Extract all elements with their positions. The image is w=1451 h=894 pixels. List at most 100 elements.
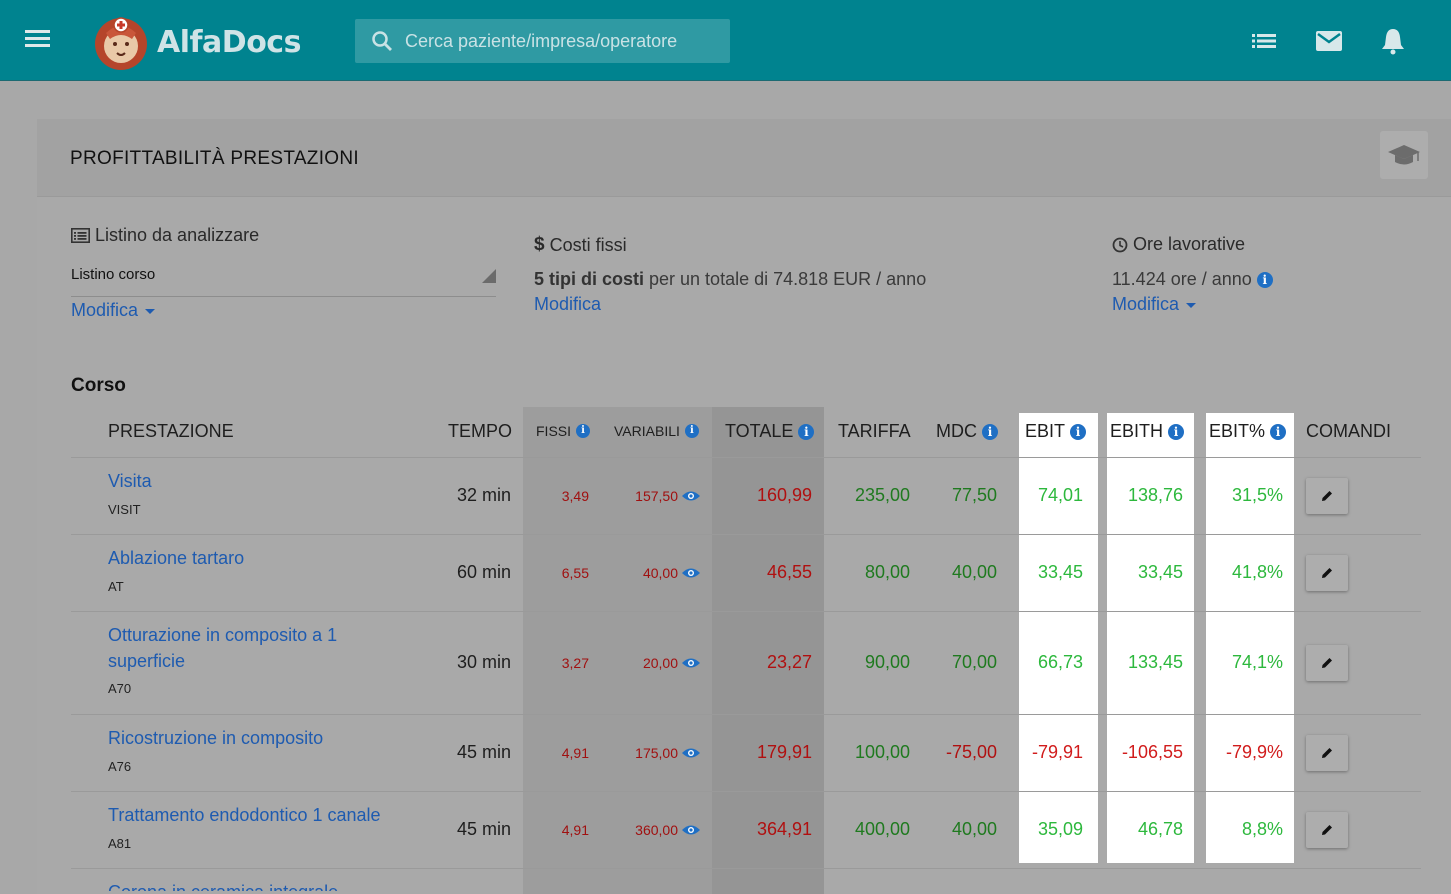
mail-icon[interactable] xyxy=(1315,27,1343,55)
header-ebit-text: EBIT xyxy=(1025,421,1066,441)
ebit-cell: 35,09 xyxy=(1037,818,1083,839)
help-button[interactable] xyxy=(1380,131,1428,179)
info-icon[interactable]: i xyxy=(1256,272,1273,288)
pencil-icon xyxy=(1322,657,1332,668)
eye-icon[interactable] xyxy=(681,824,701,836)
header-tempo[interactable]: TEMPO xyxy=(448,421,512,442)
ebit-cell: 66,73 xyxy=(1037,651,1083,672)
ore-lavorative-label: Ore lavorative xyxy=(1112,234,1245,255)
info-icon[interactable]: i xyxy=(798,423,815,440)
variabili-cell: 40,00 xyxy=(597,565,701,581)
mdc-cell: 40,00 xyxy=(951,818,997,839)
prestazione-code: A81 xyxy=(108,836,132,851)
info-icon[interactable]: i xyxy=(576,424,591,438)
pencil-icon xyxy=(1322,490,1332,501)
eye-icon[interactable] xyxy=(681,747,701,759)
variabili-value: 157,50 xyxy=(635,487,678,504)
header-mdc[interactable]: MDC i xyxy=(936,421,998,442)
tempo-cell: 30 min xyxy=(456,651,511,672)
logo-text: AlfaDocs xyxy=(157,24,301,60)
listino-modifica-link[interactable]: Modifica xyxy=(71,300,156,321)
mdc-cell: 77,50 xyxy=(951,484,997,505)
row-divider xyxy=(71,714,1421,715)
header-ebith[interactable]: EBITH i xyxy=(1110,421,1185,442)
row-divider xyxy=(71,868,1421,869)
ore-lavorative-value: 11.424 ore / anno xyxy=(1112,269,1252,289)
prestazione-link[interactable]: Trattamento endodontico 1 canale xyxy=(108,802,408,828)
header-ebit[interactable]: EBIT i xyxy=(1025,421,1087,442)
fissi-cell: 3,49 xyxy=(561,487,589,504)
info-icon[interactable]: i xyxy=(1270,423,1287,440)
prestazione-link[interactable]: Corona in ceramica integrale xyxy=(108,877,408,891)
fissi-cell: 4,91 xyxy=(561,821,589,838)
logo[interactable]: AlfaDocs xyxy=(92,12,301,72)
edit-button[interactable] xyxy=(1306,644,1348,681)
header-totale[interactable]: TOTALE i xyxy=(725,421,815,442)
listino-label: Listino da analizzare xyxy=(71,225,259,246)
ebit-pct-cell: 8,8% xyxy=(1241,818,1283,839)
eye-icon[interactable] xyxy=(681,567,701,579)
info-icon[interactable]: i xyxy=(1070,423,1087,440)
variabili-value: 175,00 xyxy=(635,744,678,761)
ore-modifica-link[interactable]: Modifica xyxy=(1112,294,1197,315)
info-icon[interactable]: i xyxy=(684,424,699,438)
tempo-cell: 60 min xyxy=(456,561,511,582)
listino-select-value: Listino corso xyxy=(71,266,156,283)
section-title: Corso xyxy=(71,375,126,396)
list-icon[interactable] xyxy=(1250,27,1278,55)
edit-button[interactable] xyxy=(1306,811,1348,848)
prestazione-link[interactable]: Ricostruzione in composito xyxy=(108,725,408,751)
edit-button[interactable] xyxy=(1306,734,1348,771)
header-prestazione[interactable]: PRESTAZIONE xyxy=(108,421,234,442)
header-ebit-pct[interactable]: EBIT% i xyxy=(1209,421,1287,442)
tempo-cell: 32 min xyxy=(456,484,511,505)
menu-icon[interactable] xyxy=(25,30,50,48)
info-icon[interactable]: i xyxy=(982,423,998,440)
listino-select[interactable]: Listino corso xyxy=(71,257,496,297)
header-tariffa[interactable]: TARIFFA xyxy=(838,421,911,442)
prestazione-link[interactable]: Visita xyxy=(108,468,408,494)
variabili-value: 360,00 xyxy=(635,821,678,838)
edit-button[interactable] xyxy=(1306,477,1348,514)
prestazione-link[interactable]: Ablazione tartaro xyxy=(108,545,408,571)
listino-modifica-text: Modifica xyxy=(71,300,139,320)
header-fissi[interactable]: FISSI i xyxy=(536,423,591,439)
fissi-cell: 4,91 xyxy=(561,744,589,761)
costi-fissi-count: 5 tipi di costi xyxy=(534,269,645,289)
costi-fissi-label-text: Costi fissi xyxy=(549,234,627,255)
ore-lavorative-summary: 11.424 ore / anno i xyxy=(1112,269,1273,290)
edit-button[interactable] xyxy=(1306,554,1348,591)
header-fissi-text: FISSI xyxy=(536,423,572,439)
ebith-cell: 133,45 xyxy=(1127,651,1183,672)
list-alt-icon xyxy=(71,228,90,243)
header-variabili[interactable]: VARIABILI i xyxy=(614,423,699,439)
caret-down-icon xyxy=(145,308,156,314)
info-icon[interactable]: i xyxy=(1168,423,1185,440)
header-variabili-text: VARIABILI xyxy=(614,423,680,439)
ebith-cell: -106,55 xyxy=(1121,741,1183,762)
ebith-cell: 33,45 xyxy=(1137,561,1183,582)
prestazione-code: VISIT xyxy=(108,502,141,517)
ebit-pct-cell: 74,1% xyxy=(1231,651,1283,672)
variabili-cell: 360,00 xyxy=(597,822,701,838)
totale-cell: 23,27 xyxy=(766,651,812,672)
ebit-cell: 33,45 xyxy=(1037,561,1083,582)
ebith-cell: 46,78 xyxy=(1137,818,1183,839)
eye-icon[interactable] xyxy=(681,490,701,502)
row-divider xyxy=(71,457,1421,458)
header-comandi: COMANDI xyxy=(1306,421,1391,441)
ebit-pct-cell: 31,5% xyxy=(1231,484,1283,505)
tariffa-cell: 80,00 xyxy=(864,561,910,582)
top-bar: AlfaDocs xyxy=(0,0,1451,81)
costi-fissi-modifica-link[interactable]: Modifica xyxy=(534,294,601,315)
prestazione-link[interactable]: Otturazione in composito a 1 superficie xyxy=(108,622,408,674)
bell-icon[interactable] xyxy=(1379,27,1407,55)
search-input[interactable] xyxy=(405,30,725,52)
row-divider xyxy=(71,791,1421,792)
ore-modifica-text: Modifica xyxy=(1112,294,1180,314)
eye-icon[interactable] xyxy=(681,657,701,669)
costi-fissi-label: $ Costi fissi xyxy=(534,234,627,256)
header-mdc-text: MDC xyxy=(936,421,977,441)
search-bar[interactable] xyxy=(355,19,730,63)
totale-cell: 46,55 xyxy=(766,561,812,582)
